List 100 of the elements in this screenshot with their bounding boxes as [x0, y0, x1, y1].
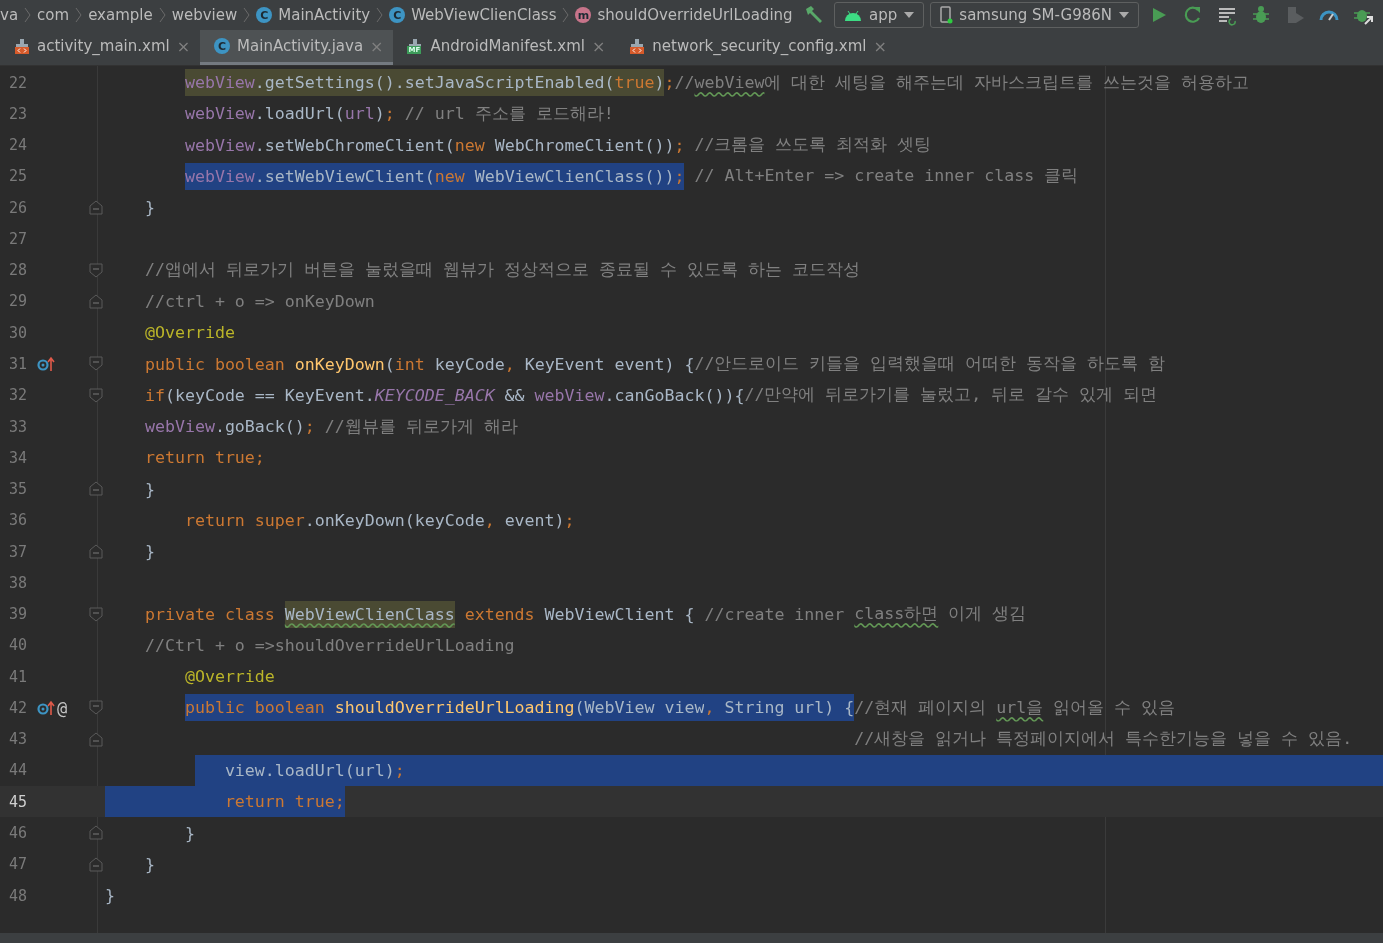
keyword: ; [674, 134, 685, 157]
line-number: 37 [8, 542, 29, 561]
breadcrumb-item[interactable]: va [0, 6, 19, 24]
code-text: && [503, 384, 526, 407]
keyword: if [144, 384, 165, 407]
line-number: 25 [8, 167, 29, 186]
keyword: true [614, 69, 655, 97]
code-comment: 읽어올 수 있음 [1052, 696, 1176, 719]
class-icon: C [256, 7, 273, 23]
keyword: return super [184, 509, 305, 532]
code-text: ( [384, 353, 395, 376]
breadcrumb-item[interactable]: m shouldOverrideUrlLoading [575, 6, 793, 24]
code-comment: class하면 [854, 603, 939, 626]
line-number: 47 [8, 855, 29, 874]
code-comment: 에 대한 세팅을 해주는데 자바스크립트를 쓰는것을 허용하고 [764, 71, 1250, 94]
fold-marker-icon[interactable] [89, 856, 103, 872]
keyword: extends [463, 603, 536, 626]
line-number: 30 [8, 323, 29, 342]
override-icon[interactable] [37, 356, 55, 372]
editor-tab[interactable]: network_security_config.xml × [615, 30, 897, 65]
code-text: } [144, 853, 155, 876]
code-text: } [144, 478, 155, 501]
code-text: WebViewClient { [544, 603, 696, 626]
keyword: , [484, 509, 495, 532]
fold-marker-icon[interactable] [89, 606, 103, 622]
code-text: } [105, 885, 115, 908]
line-number: 33 [8, 417, 29, 436]
field-name: webView [184, 134, 255, 157]
fold-marker-icon[interactable] [89, 700, 103, 716]
line-number: 31 [8, 355, 29, 373]
line-number: 42 [8, 698, 29, 717]
fold-marker-icon[interactable] [89, 262, 103, 278]
keyword: public boolean [184, 694, 335, 722]
line-number: 23 [8, 104, 29, 123]
code-text: KeyEvent event) { [523, 353, 695, 376]
code-comment: //앱에서 뒤로가기 버튼을 눌렀을때 웹뷰가 정상적으로 종료될 수 있도록 하는 코드작성 [144, 259, 860, 282]
gutter-mark[interactable]: @ [57, 697, 68, 718]
breadcrumb-item[interactable]: com [37, 6, 70, 24]
line-number: 39 [8, 605, 29, 624]
code-comment: //크롬을 쓰도록 최적화 셋팅 [693, 134, 932, 157]
code-comment: //create inner [704, 603, 846, 626]
class-icon: C [214, 38, 231, 54]
chevron-icon [24, 7, 32, 23]
field-name: webView [144, 416, 215, 439]
method-name: shouldOverrideUrlLoading [334, 694, 575, 722]
code-text: .onKeyDown(keyCode [304, 509, 485, 532]
line-number: 40 [8, 636, 29, 655]
fold-marker-icon[interactable] [89, 544, 103, 559]
field-name: webView [184, 162, 255, 190]
breadcrumb-item[interactable]: C MainActivity [256, 6, 371, 24]
line-number: 34 [8, 448, 29, 467]
code-comment: webView [694, 72, 765, 95]
fold-marker-icon[interactable] [89, 293, 103, 309]
run-config-dropdown[interactable]: app [834, 2, 925, 28]
phone-icon [939, 6, 954, 24]
code-comment: url을 [996, 696, 1044, 719]
line-number: 27 [8, 229, 29, 248]
fold-marker-icon[interactable] [89, 731, 103, 747]
fold-marker-icon[interactable] [89, 825, 103, 841]
code-text: } [144, 197, 155, 220]
field-name: webView [184, 103, 255, 126]
field-name: webView [184, 69, 255, 97]
fold-marker-icon[interactable] [89, 481, 103, 497]
code-comment: //만약에 뒤로가기를 눌렀고, 뒤로 갈수 있게 되면 [744, 384, 1158, 407]
line-number: 45 [8, 792, 29, 811]
line-number: 32 [8, 386, 29, 405]
keyword: , [704, 694, 715, 722]
code-comment: 이게 생김 [947, 603, 1027, 626]
device-dropdown[interactable]: samsung SM-G986N [930, 2, 1139, 28]
code-text: event) [503, 509, 565, 532]
code-comment: //ctrl + o => onKeyDown [144, 291, 375, 313]
chevron-icon [243, 7, 251, 23]
line-number: 28 [8, 261, 29, 280]
code-text: .setWebChromeClient( [254, 134, 455, 157]
editor-tab[interactable]: activity_main.xml × [0, 30, 201, 65]
code-text: .setWebViewClient( [254, 162, 435, 190]
annotation: @Override [184, 666, 275, 689]
chevron-icon [562, 7, 570, 23]
fold-marker-icon[interactable] [89, 356, 103, 372]
override-icon[interactable] [37, 699, 55, 716]
fold-marker-icon[interactable] [89, 200, 103, 216]
fold-marker-icon[interactable] [89, 387, 103, 403]
breadcrumb-item[interactable]: C WebViewClienClass [389, 6, 557, 24]
line-number: 24 [8, 136, 29, 155]
code-text: WebViewClienClass()) [464, 162, 675, 190]
method-icon: m [575, 7, 592, 23]
code-comment: //Ctrl + o =>shouldOverrideUrlLoading [144, 634, 515, 657]
code-text: .loadUrl( [254, 103, 345, 126]
field-name: url [344, 103, 375, 126]
code-comment: //새창을 읽거나 특정페이지에서 특수한기능을 넣을 수 있음. [854, 728, 1353, 751]
code-text: .canGoBack()){ [604, 384, 745, 407]
annotation: @Override [144, 322, 235, 345]
keyword: ; [394, 759, 405, 782]
line-number: 29 [8, 292, 29, 311]
breadcrumb-item[interactable]: webview [171, 6, 238, 24]
code-text: keyCode [433, 353, 505, 376]
code-text: } [144, 541, 155, 564]
keyword: return true; [224, 791, 345, 814]
breadcrumb-item[interactable]: example [88, 6, 153, 24]
editor-tab[interactable]: C MainActivity.java × [200, 30, 394, 65]
